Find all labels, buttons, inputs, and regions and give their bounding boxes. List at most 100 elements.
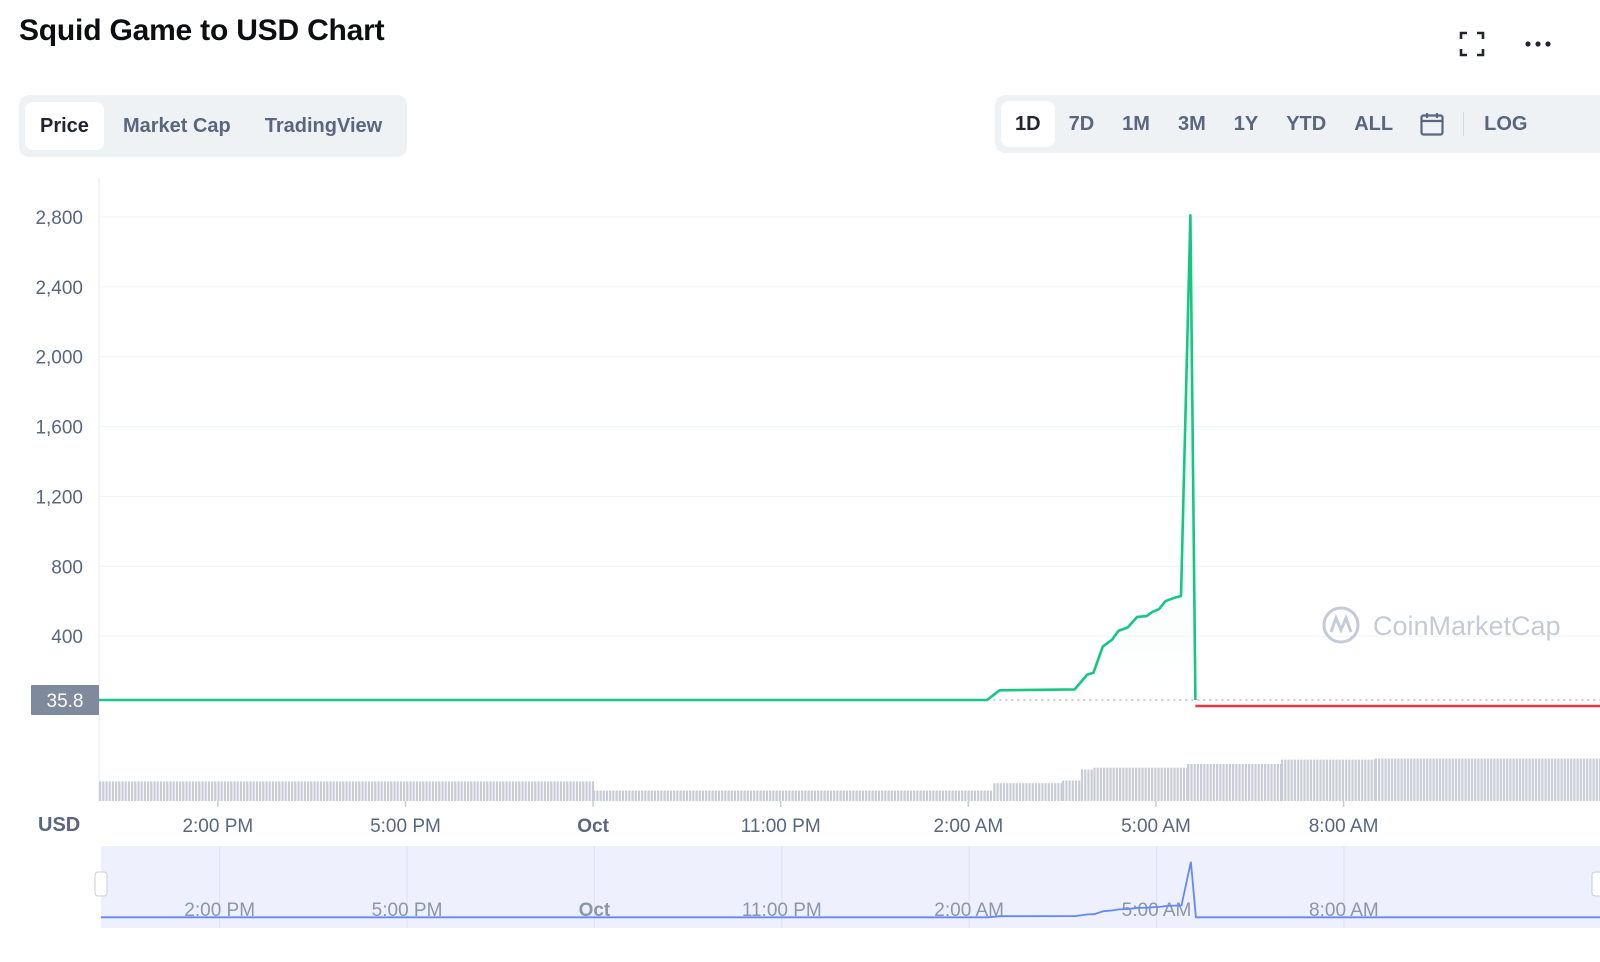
volume-bar (1467, 758, 1470, 801)
volume-bar (1474, 758, 1477, 801)
volume-bar (150, 781, 153, 801)
volume-bar (1125, 767, 1128, 801)
volume-bar (1225, 764, 1228, 801)
volume-bar (1518, 758, 1522, 801)
navigator-handle-left[interactable] (94, 871, 108, 897)
volume-bar (1031, 783, 1034, 801)
volume-bar (1087, 769, 1090, 801)
volume-bar (134, 781, 137, 801)
volume-bar (1290, 759, 1293, 801)
volume-bar (1522, 758, 1525, 801)
volume-bar (612, 790, 615, 801)
volume-bar (724, 790, 727, 801)
volume-bar (1170, 767, 1173, 801)
volume-bar (540, 781, 543, 801)
price-chart[interactable]: 2,800 2,400 2,000 1,600 1,200 800 400 35.8 2:0… (0, 0, 1600, 962)
volume-bar (275, 781, 278, 801)
volume-bar (1203, 764, 1206, 801)
volume-bar (457, 781, 460, 801)
volume-bar (511, 781, 514, 801)
volume-bar (246, 781, 249, 801)
volume-bar (1179, 767, 1182, 801)
volume-bar (406, 781, 409, 801)
volume-bar (1319, 759, 1322, 801)
volume-bar (1560, 758, 1563, 801)
volume-bar (1541, 758, 1544, 801)
volume-bar (1306, 759, 1309, 801)
volume-bar (1419, 758, 1422, 801)
volume-bar (727, 790, 730, 801)
volume-bar (166, 781, 169, 801)
y-axis: 2,800 2,400 2,000 1,600 1,200 800 400 (35, 208, 83, 648)
volume-bar (621, 790, 625, 801)
navigator-handle-right[interactable] (1591, 871, 1600, 897)
volume-bar (563, 781, 566, 801)
volume-bar (223, 781, 226, 801)
volume-bar (454, 781, 457, 801)
volume-bar (300, 781, 303, 801)
volume-bar (566, 781, 569, 801)
volume-bar (698, 790, 701, 801)
volume-bar (628, 790, 631, 801)
volume-bar (342, 781, 345, 801)
volume-bar (845, 790, 849, 801)
volume-bar (281, 781, 284, 801)
volume-bar (396, 781, 399, 801)
volume-bar (428, 781, 431, 801)
volume-bar (294, 781, 297, 801)
volume-bar (957, 790, 961, 801)
volume-bar (451, 781, 454, 801)
volume-bar (637, 790, 641, 801)
volume-bar (1438, 758, 1442, 801)
volume-bar (1138, 767, 1141, 801)
volume-bar (1341, 759, 1344, 801)
volume-bar (1276, 764, 1279, 801)
volume-bar (676, 790, 679, 801)
volume-bar (938, 790, 941, 801)
volume-bar (1054, 783, 1057, 801)
volume-bar (893, 790, 897, 801)
volume-bar (692, 790, 695, 801)
volume-bar (717, 790, 721, 801)
volume-bar (877, 790, 881, 801)
volume-bar (102, 781, 105, 801)
volume-bar (1154, 767, 1157, 801)
volume-bar (447, 781, 450, 801)
volume-bar (1502, 758, 1506, 801)
volume-bar (1370, 759, 1373, 801)
volume-bar (765, 790, 769, 801)
volume-bar (625, 790, 628, 801)
volume-bar (169, 781, 172, 801)
x-tick-label: 2:00 PM (182, 816, 253, 837)
volume-bar (1034, 783, 1038, 801)
volume-bar (460, 781, 463, 801)
volume-bar (1448, 758, 1451, 801)
volume-bar (753, 790, 756, 801)
y-tick-label: 2,800 (35, 208, 83, 229)
volume-bar (1012, 783, 1015, 801)
volume-bar (881, 790, 884, 801)
volume-bar (476, 781, 479, 801)
volume-bar (502, 781, 505, 801)
volume-bar (973, 790, 977, 801)
volume-bar (147, 781, 150, 801)
volume-bar (185, 781, 188, 801)
volume-bar (163, 781, 166, 801)
chart-navigator[interactable]: 2:00 PM 5:00 PM Oct 11:00 PM 2:00 AM 5:00 AM 8… (94, 846, 1600, 928)
volume-bar (1509, 758, 1512, 801)
volume-bar (778, 790, 781, 801)
volume-bar (733, 790, 737, 801)
volume-bar (820, 790, 823, 801)
x-tick-label: 5:00 AM (1121, 816, 1191, 837)
volume-bar (909, 790, 913, 801)
volume-bar (348, 781, 351, 801)
volume-bar (1254, 764, 1257, 801)
volume-bar (983, 790, 986, 801)
volume-bar (1525, 758, 1528, 801)
volume-bar (951, 790, 954, 801)
volume-bar (1429, 758, 1432, 801)
volume-bar (961, 790, 964, 801)
volume-bar (291, 781, 294, 801)
volume-bar (641, 790, 644, 801)
volume-bar (1028, 783, 1031, 801)
